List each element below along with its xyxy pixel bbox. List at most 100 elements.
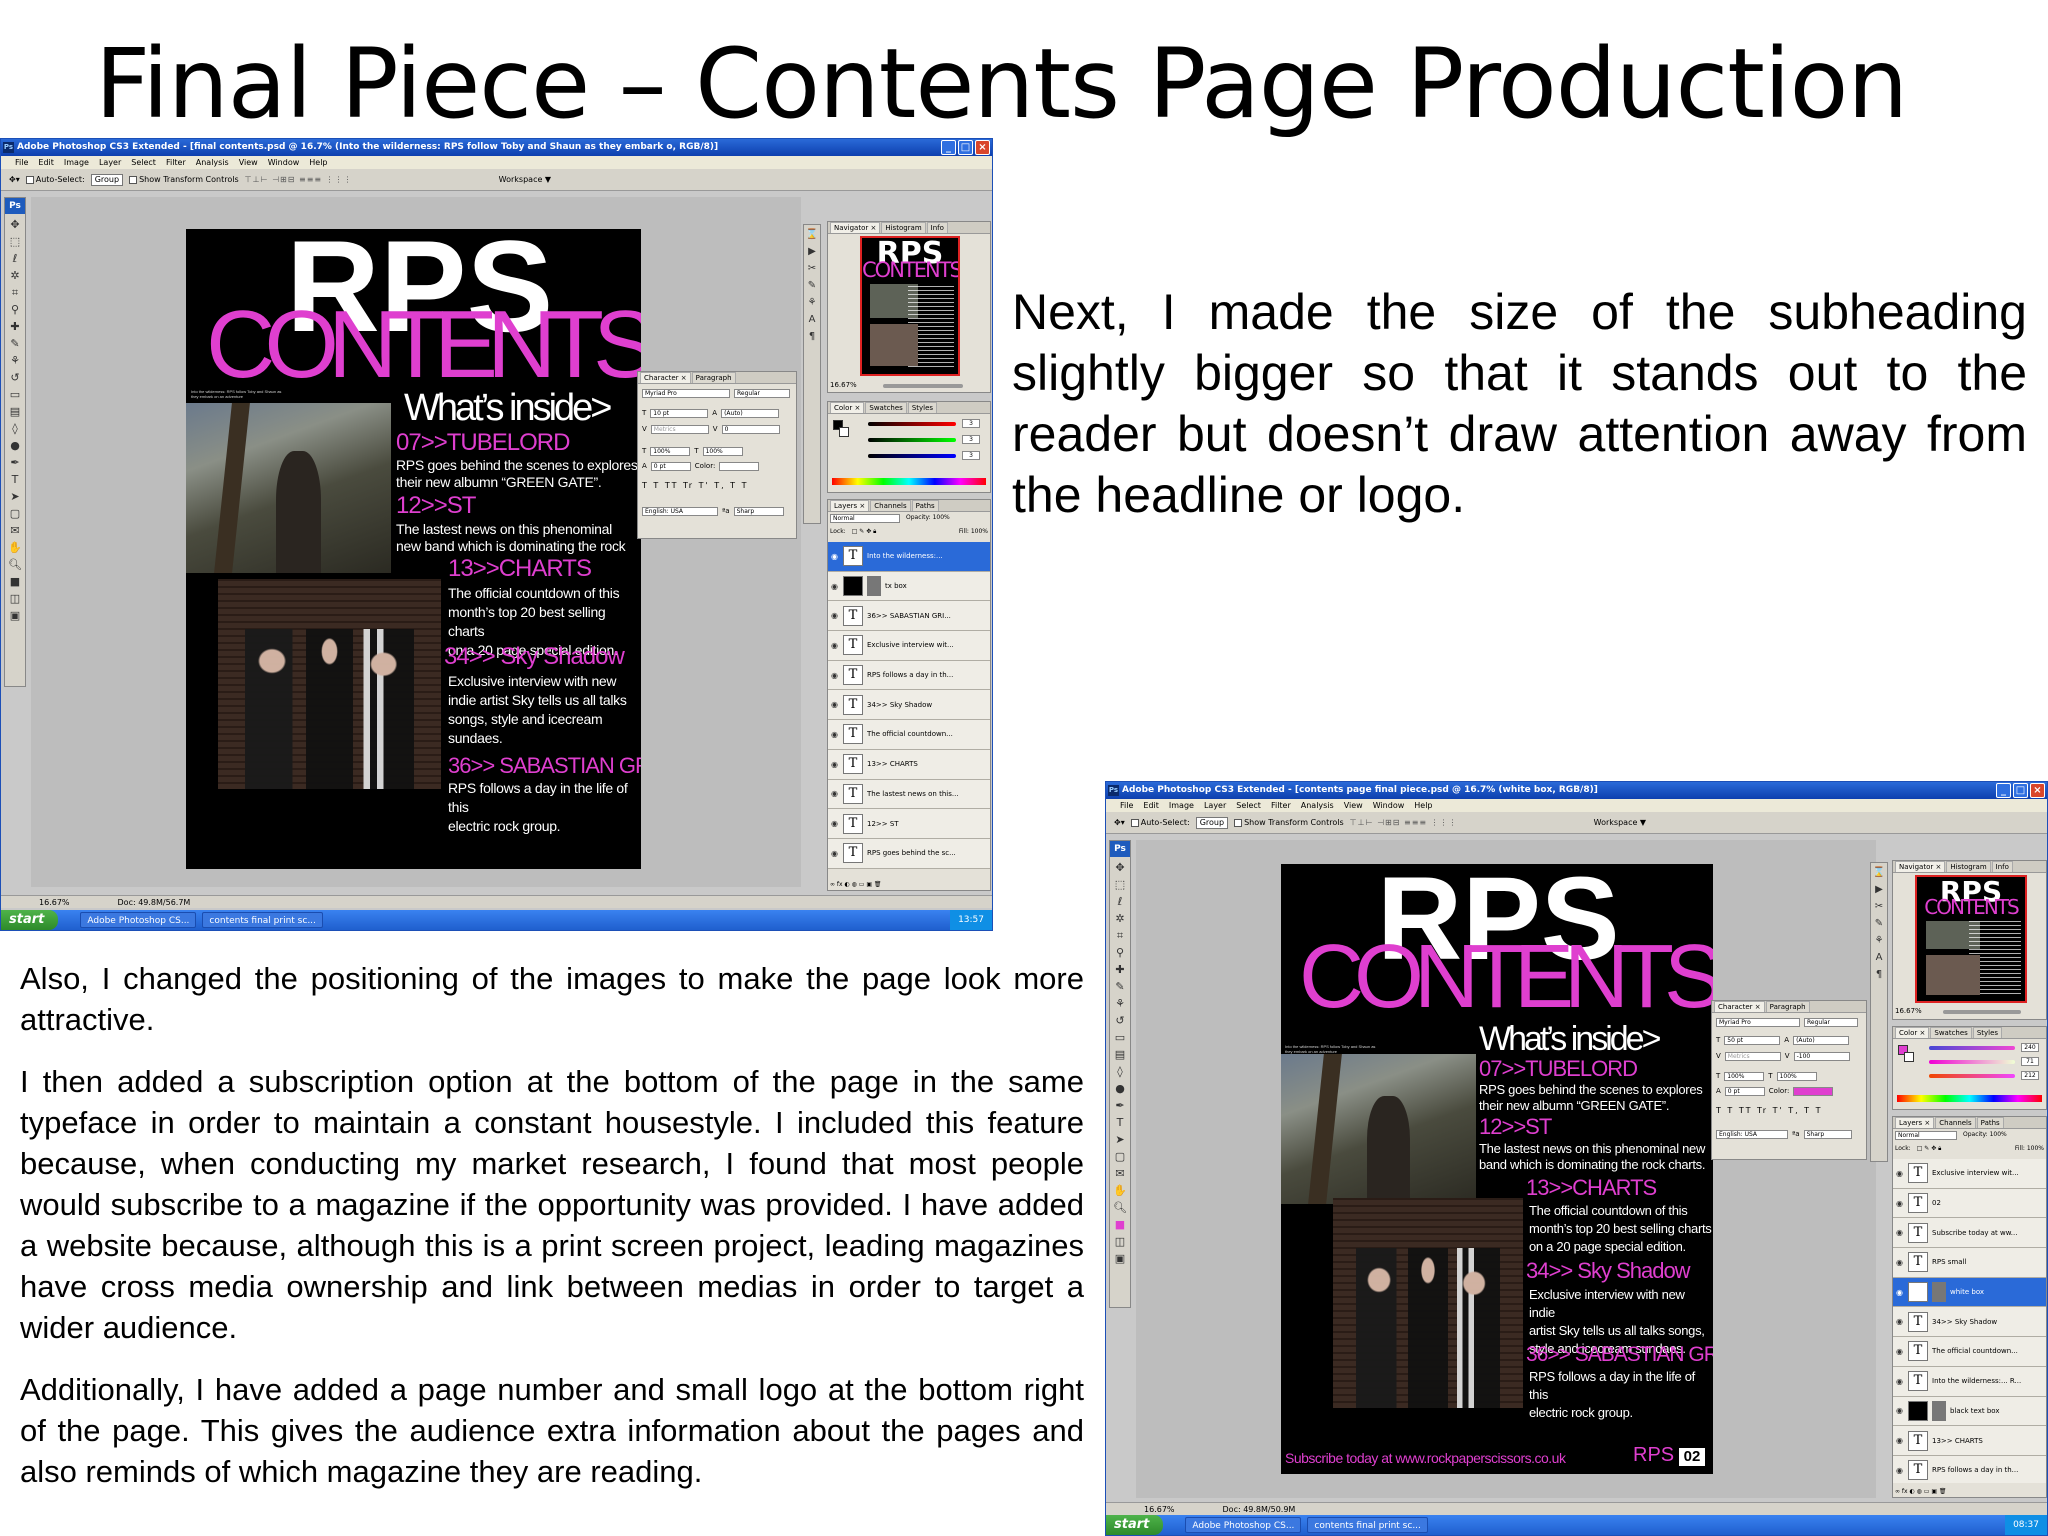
shape-tool-icon[interactable]: ▢ xyxy=(1115,1148,1125,1165)
lock-icons[interactable]: □ ✎ ✥ 🔒︎ xyxy=(852,528,877,536)
menu-help[interactable]: Help xyxy=(309,156,327,169)
anti-alias-field[interactable]: Sharp xyxy=(733,506,784,516)
green-value[interactable]: 3 xyxy=(962,435,980,444)
clone-source-icon[interactable]: ⚘ xyxy=(1875,935,1884,946)
quick-mask-icon[interactable]: ◫ xyxy=(1115,1233,1125,1250)
fill-field[interactable]: Fill: 100% xyxy=(959,528,988,536)
visibility-eye-icon[interactable]: ◉ xyxy=(830,552,839,561)
history-icon[interactable]: ⌛ xyxy=(1873,867,1885,878)
visibility-eye-icon[interactable]: ◉ xyxy=(830,760,839,769)
visibility-eye-icon[interactable]: ◉ xyxy=(1895,1347,1904,1356)
path-select-icon[interactable]: ➤ xyxy=(10,488,19,505)
taskbar-photoshop[interactable]: Adobe Photoshop CS... xyxy=(80,912,197,928)
background-color-swatch[interactable] xyxy=(1904,1052,1914,1062)
tracking-field[interactable]: 0 xyxy=(721,424,780,434)
zoom-tool-icon[interactable]: 🔍︎ xyxy=(8,556,22,573)
tool-presets-icon[interactable]: ✂ xyxy=(1875,901,1883,912)
vertical-scale-field[interactable]: 100% xyxy=(1724,1071,1765,1081)
navigator-thumbnail[interactable]: RPS CONTENTS xyxy=(860,236,960,376)
history-icon[interactable]: ⌛ xyxy=(806,229,818,240)
font-family-field[interactable]: Myriad Pro xyxy=(1716,1017,1800,1027)
type-tool-icon[interactable]: T xyxy=(12,471,19,488)
menu-file[interactable]: File xyxy=(15,156,28,169)
layer-row[interactable]: ◉ T 02 xyxy=(1893,1188,2046,1219)
visibility-eye-icon[interactable]: ◉ xyxy=(830,611,839,620)
taskbar-photoshop[interactable]: Adobe Photoshop CS... xyxy=(1185,1517,1302,1533)
blur-tool-icon[interactable]: ◊ xyxy=(12,420,17,437)
font-style-field[interactable]: Regular xyxy=(734,388,790,398)
title-bar[interactable]: Ps Adobe Photoshop CS3 Extended - [final… xyxy=(1,139,992,156)
language-field[interactable]: English: USA xyxy=(642,506,718,516)
menu-analysis[interactable]: Analysis xyxy=(196,156,229,169)
magic-wand-icon[interactable]: ✲ xyxy=(1115,910,1124,927)
align-icons[interactable]: ⊤⊥⊢ ⊣⊞⊟ ≡≡≡ ⋮⋮⋮ xyxy=(1350,818,1458,827)
maximize-button[interactable]: □ xyxy=(958,140,973,155)
move-tool-icon[interactable]: ✥▾ xyxy=(1114,818,1125,827)
history-brush-icon[interactable]: ↺ xyxy=(1115,1012,1124,1029)
tab-styles[interactable]: Styles xyxy=(1972,1027,2003,1038)
leading-field[interactable]: (Auto) xyxy=(1793,1035,1850,1045)
layers-footer-icons[interactable]: ∞ fx ◐ ◍ ▭ ▣ 🗑︎ xyxy=(830,881,988,888)
tracking-field[interactable]: -100 xyxy=(1793,1051,1850,1061)
green-slider[interactable] xyxy=(1929,1060,2015,1064)
move-tool-icon[interactable]: ✥▾ xyxy=(9,175,20,184)
layer-row[interactable]: ◉ T RPS goes behind the sc... xyxy=(828,838,990,869)
lock-icons[interactable]: □ ✎ ✥ 🔒︎ xyxy=(1917,1145,1942,1153)
layer-row[interactable]: ◉ T 36>> SABASTIAN GRI... xyxy=(828,601,990,632)
workspace-menu[interactable]: Workspace ▼ xyxy=(1594,818,1646,827)
hand-tool-icon[interactable]: ✋ xyxy=(8,539,22,556)
screen-mode-icon[interactable]: ▣ xyxy=(10,607,20,624)
language-field[interactable]: English: USA xyxy=(1716,1129,1788,1139)
layer-row[interactable]: ◉ T 34>> Sky Shadow xyxy=(828,690,990,721)
fill-field[interactable]: Fill: 100% xyxy=(2015,1145,2044,1153)
menu-window[interactable]: Window xyxy=(1373,799,1405,812)
notes-tool-icon[interactable]: ✉ xyxy=(1115,1165,1124,1182)
actions-icon[interactable]: ▶ xyxy=(808,246,816,257)
menu-view[interactable]: View xyxy=(239,156,258,169)
paragraph-icon[interactable]: ¶ xyxy=(1876,969,1882,980)
brushes-icon[interactable]: ✎ xyxy=(1875,918,1883,929)
screen-mode-icon[interactable]: ▣ xyxy=(1115,1250,1125,1267)
visibility-eye-icon[interactable]: ◉ xyxy=(830,819,839,828)
marquee-tool-icon[interactable]: ⬚ xyxy=(10,233,20,250)
tab-character[interactable]: Character × xyxy=(640,372,691,383)
navigator-zoom-value[interactable]: 16.67% xyxy=(1895,1007,1922,1015)
color-swatches-icon[interactable]: ■ xyxy=(10,573,20,590)
blend-mode-dropdown[interactable]: Normal xyxy=(1895,1131,1957,1140)
kerning-field[interactable]: Metrics xyxy=(1724,1051,1781,1061)
minimize-button[interactable]: _ xyxy=(941,140,956,155)
minimize-button[interactable]: _ xyxy=(1996,783,2011,798)
crop-tool-icon[interactable]: ⌗ xyxy=(1117,927,1123,944)
menu-window[interactable]: Window xyxy=(268,156,300,169)
tab-character[interactable]: Character × xyxy=(1714,1001,1765,1012)
quick-mask-icon[interactable]: ◫ xyxy=(10,590,20,607)
layers-footer-icons[interactable]: ∞ fx ◐ ◍ ▭ ▣ 🗑︎ xyxy=(1895,1488,2044,1495)
font-style-field[interactable]: Regular xyxy=(1804,1017,1858,1027)
visibility-eye-icon[interactable]: ◉ xyxy=(830,730,839,739)
navigator-zoom-slider[interactable] xyxy=(1943,1010,2021,1014)
visibility-eye-icon[interactable]: ◉ xyxy=(830,671,839,680)
font-size-field[interactable]: 50 pt xyxy=(1724,1035,1781,1045)
auto-select-checkbox[interactable]: Auto-Select: xyxy=(25,175,85,184)
layer-row[interactable]: ◉ T Into the wilderness:... R... xyxy=(1893,1366,2046,1397)
layer-row[interactable]: ◉ white box xyxy=(1893,1277,2046,1308)
dodge-tool-icon[interactable]: ● xyxy=(1115,1080,1125,1097)
menu-filter[interactable]: Filter xyxy=(166,156,186,169)
eraser-tool-icon[interactable]: ▭ xyxy=(10,386,20,403)
tab-color[interactable]: Color × xyxy=(830,402,865,413)
menu-analysis[interactable]: Analysis xyxy=(1301,799,1334,812)
tab-color[interactable]: Color × xyxy=(1895,1027,1930,1038)
layer-row[interactable]: ◉ black text box xyxy=(1893,1396,2046,1427)
menu-file[interactable]: File xyxy=(1120,799,1133,812)
tab-paragraph[interactable]: Paragraph xyxy=(1765,1001,1810,1012)
visibility-eye-icon[interactable]: ◉ xyxy=(1895,1377,1904,1386)
leading-field[interactable]: (Auto) xyxy=(721,408,780,418)
brush-tool-icon[interactable]: ✎ xyxy=(10,335,19,352)
menu-image[interactable]: Image xyxy=(1169,799,1194,812)
layer-row[interactable]: ◉ T 34>> Sky Shadow xyxy=(1893,1307,2046,1338)
font-family-field[interactable]: Myriad Pro xyxy=(642,388,730,398)
tab-info[interactable]: Info xyxy=(926,222,948,233)
tab-histogram[interactable]: Histogram xyxy=(881,222,926,233)
vertical-scale-field[interactable]: 100% xyxy=(650,446,691,456)
taskbar-document[interactable]: contents final print sc... xyxy=(1307,1517,1428,1533)
